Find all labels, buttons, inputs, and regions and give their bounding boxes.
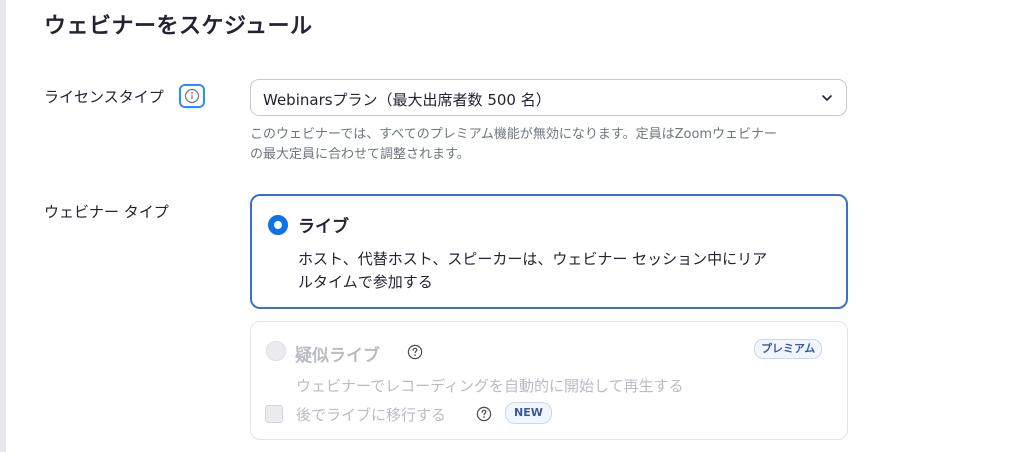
webinar-type-option-simulive[interactable]: 疑似ライブ プレミアム ウェビナーでレコーディングを自動的に開始して再生する 後… <box>250 321 848 440</box>
left-divider <box>0 0 6 452</box>
go-live-later-checkbox[interactable] <box>265 405 283 423</box>
live-description-line-1: ホスト、代替ホスト、スピーカーは、ウェビナー セッション中にリア <box>298 250 768 268</box>
live-radio[interactable] <box>268 215 288 235</box>
live-description-line-2: ルタイムで参加する <box>298 273 433 291</box>
webinar-type-option-live[interactable]: ライブ ホスト、代替ホスト、スピーカーは、ウェビナー セッション中にリア ルタイ… <box>250 194 848 309</box>
simulive-option-title: 疑似ライブ <box>295 346 380 366</box>
webinar-type-label: ウェビナー タイプ <box>44 203 169 221</box>
page-title: ウェビナーをスケジュール <box>44 14 313 39</box>
license-help-text: このウェビナーでは、すべてのプレミアム機能が無効になります。定員はZoomウェビ… <box>250 125 850 165</box>
simulive-option-description: ウェビナーでレコーディングを自動的に開始して再生する <box>296 377 684 395</box>
simulive-radio[interactable] <box>266 341 286 361</box>
license-help-line-2: の最大定員に合わせて調整されます。 <box>250 147 470 162</box>
license-type-select[interactable]: Webinarsプラン（最大出席者数 500 名） <box>250 79 847 116</box>
help-question-icon[interactable] <box>407 344 423 360</box>
chevron-down-icon <box>822 95 832 101</box>
go-live-later-label: 後でライブに移行する <box>296 406 447 424</box>
premium-badge: プレミアム <box>754 339 823 359</box>
live-option-title: ライブ <box>298 217 349 237</box>
schedule-webinar-page: ウェビナーをスケジュール ライセンスタイプ Webinarsプラン（最大出席者数… <box>0 0 1024 452</box>
license-info-button[interactable] <box>179 84 205 108</box>
help-question-icon[interactable] <box>476 406 492 422</box>
info-icon <box>184 88 200 104</box>
license-type-value: Webinarsプラン（最大出席者数 500 名） <box>263 91 551 109</box>
new-badge: NEW <box>505 402 552 424</box>
live-option-description: ホスト、代替ホスト、スピーカーは、ウェビナー セッション中にリア ルタイムで参加… <box>298 248 838 294</box>
license-type-label: ライセンスタイプ <box>44 88 164 106</box>
license-help-line-1: このウェビナーでは、すべてのプレミアム機能が無効になります。定員はZoomウェビ… <box>250 127 778 142</box>
